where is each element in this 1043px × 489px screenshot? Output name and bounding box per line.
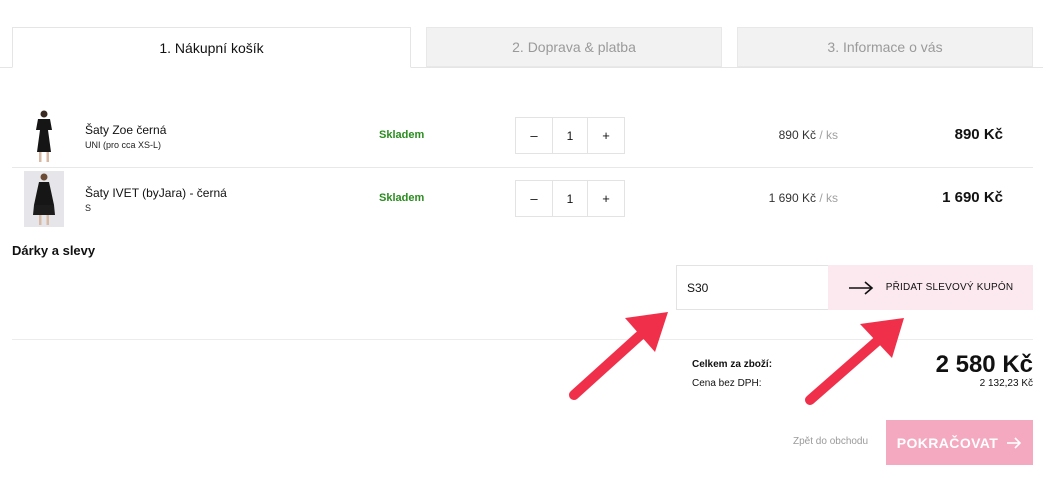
quantity-value[interactable]: 1 (552, 181, 588, 216)
unit-price-suffix: / ks (815, 191, 838, 205)
stock-status: Skladem (379, 192, 425, 204)
quantity-stepper: – 1 + (515, 180, 625, 217)
annotation-overlay (569, 312, 904, 405)
product-name[interactable]: Šaty Zoe černá (85, 123, 166, 137)
quantity-value[interactable]: 1 (552, 118, 588, 153)
unit-price-suffix: / ks (815, 128, 838, 142)
arrow-right-icon (848, 280, 873, 295)
unit-price: 890 Kč / ks (779, 128, 838, 142)
tab-cart[interactable]: 1. Nákupní košík (12, 27, 411, 68)
net-price-label: Cena bez DPH: (692, 378, 762, 389)
net-price-value: 2 132,23 Kč (979, 378, 1033, 389)
discounts-heading: Dárky a slevy (12, 243, 96, 258)
cart-item-row: Šaty Zoe černá UNI (pro cca XS-L) Sklade… (12, 105, 1033, 167)
quantity-increase-button[interactable]: + (588, 181, 624, 216)
section-divider (12, 339, 1033, 340)
tab-customer-info[interactable]: 3. Informace o vás (737, 27, 1033, 67)
line-total: 890 Kč (954, 126, 1003, 143)
unit-price-value: 1 690 Kč (768, 191, 816, 205)
product-variant: S (85, 203, 92, 213)
goods-total-label: Celkem za zboží: (692, 359, 773, 370)
tab-shipping-payment[interactable]: 2. Doprava & platba (426, 27, 722, 67)
dress-photo-icon (24, 171, 64, 227)
continue-label: POKRAČOVAT (896, 434, 999, 451)
product-variant: UNI (pro cca XS-L) (85, 140, 162, 150)
goods-total-value: 2 580 Kč (935, 351, 1033, 378)
annotation-arrow-icon (805, 318, 904, 405)
annotation-arrow-icon (569, 312, 668, 400)
product-thumbnail[interactable] (24, 108, 64, 164)
continue-button[interactable]: POKRAČOVAT (886, 420, 1033, 465)
add-coupon-button[interactable]: PŘIDAT SLEVOVÝ KUPÓN (828, 265, 1033, 310)
quantity-decrease-button[interactable]: – (516, 181, 552, 216)
unit-price: 1 690 Kč / ks (769, 191, 838, 205)
stock-status: Skladem (379, 129, 425, 141)
quantity-decrease-button[interactable]: – (516, 118, 552, 153)
back-to-shop-link[interactable]: Zpět do obchodu (793, 436, 868, 447)
quantity-stepper: – 1 + (515, 117, 625, 154)
coupon-code-input[interactable] (676, 265, 829, 310)
cart-item-row: Šaty IVET (byJara) - černá S Skladem – 1… (12, 167, 1033, 229)
dress-photo-icon (24, 108, 64, 164)
quantity-increase-button[interactable]: + (588, 118, 624, 153)
unit-price-value: 890 Kč (778, 128, 816, 142)
product-thumbnail[interactable] (24, 171, 64, 227)
line-total: 1 690 Kč (942, 189, 1003, 206)
checkout-steps: 1. Nákupní košík 2. Doprava & platba 3. … (0, 27, 1043, 68)
arrow-right-icon (1007, 436, 1022, 449)
add-coupon-label: PŘIDAT SLEVOVÝ KUPÓN (885, 282, 1014, 293)
product-name[interactable]: Šaty IVET (byJara) - černá (85, 186, 227, 200)
